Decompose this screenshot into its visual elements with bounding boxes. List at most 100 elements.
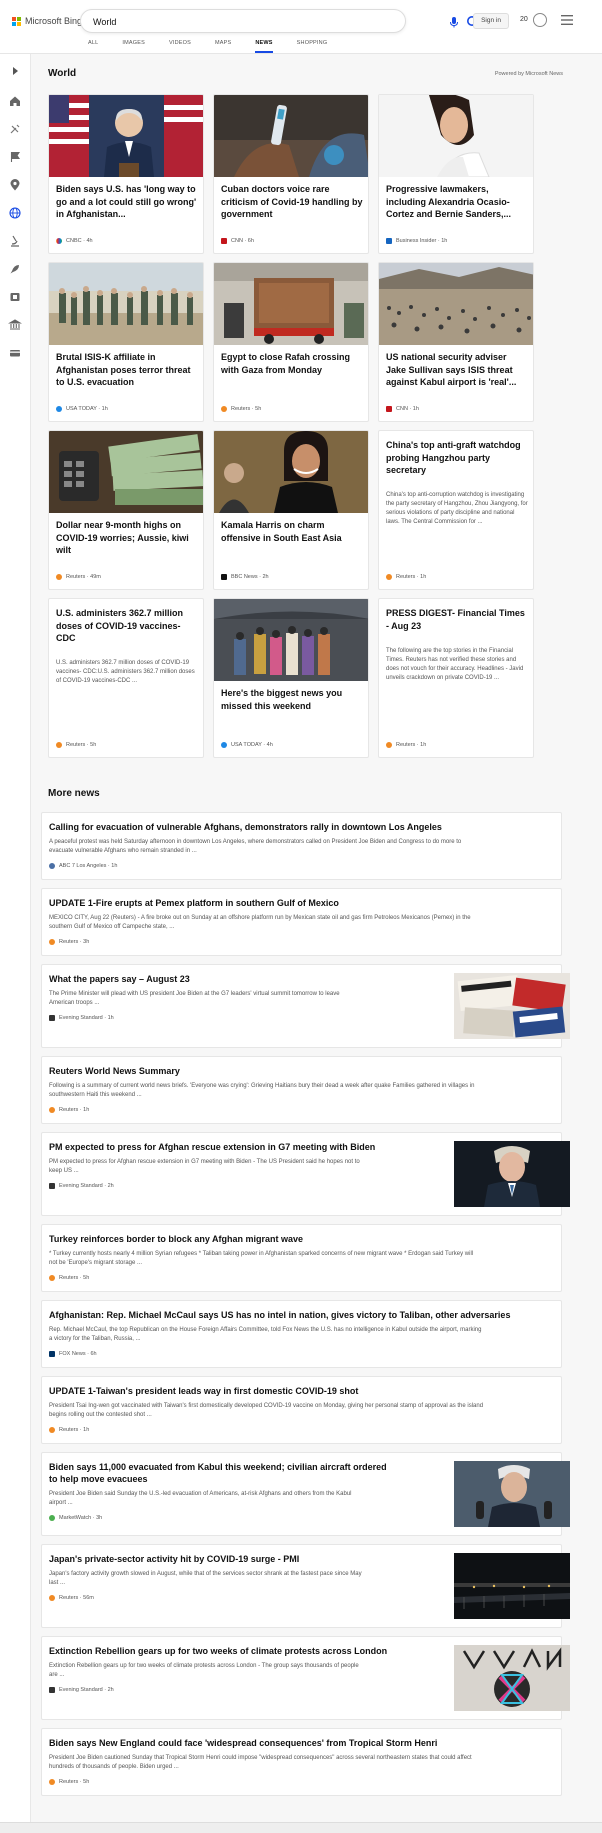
news-card[interactable]: Here's the biggest news you missed this … — [213, 598, 369, 758]
marketwatch-logo-icon — [49, 1515, 55, 1521]
source-label: ABC 7 Los Angeles · 1h — [59, 863, 118, 869]
news-source: ABC 7 Los Angeles · 1h — [49, 863, 117, 869]
news-card[interactable]: U.S. administers 362.7 million doses of … — [48, 598, 204, 758]
search-input[interactable] — [93, 14, 333, 29]
bbc-logo-icon — [221, 574, 227, 580]
news-thumbnail — [454, 1553, 570, 1619]
news-list-item[interactable]: UPDATE 1-Fire erupts at Pemex platform i… — [41, 888, 562, 956]
news-snippet: Following is a summary of current world … — [49, 1083, 475, 1089]
card-source: Reuters · 49m — [56, 574, 101, 580]
rewards-points[interactable]: 20 — [520, 16, 528, 23]
bing-logo[interactable]: Microsoft Bing — [12, 16, 82, 26]
news-title[interactable]: What the papers say – August 23 — [49, 973, 190, 985]
news-list-item[interactable]: Japan's private-sector activity hit by C… — [41, 1544, 570, 1628]
card-title[interactable]: Dollar near 9-month highs on COVID-19 wo… — [56, 519, 198, 557]
usa-today-logo-icon — [221, 742, 227, 748]
card-title[interactable]: Cuban doctors voice rare criticism of Co… — [221, 183, 363, 221]
card-title[interactable]: Brutal ISIS-K affiliate in Afghanistan p… — [56, 351, 198, 389]
news-card[interactable]: China's top anti-graft watchdog probing … — [378, 430, 534, 590]
news-card[interactable]: PRESS DIGEST- Financial Times - Aug 23 T… — [378, 598, 534, 758]
news-snippet: begins rolling out the contested shot ..… — [49, 1412, 152, 1418]
news-list-item[interactable]: PM expected to press for Afghan rescue e… — [41, 1132, 570, 1216]
home-icon[interactable] — [8, 94, 22, 108]
news-card[interactable]: Cuban doctors voice rare criticism of Co… — [213, 94, 369, 254]
tab-all[interactable]: ALL — [88, 40, 98, 53]
news-list-item[interactable]: Afghanistan: Rep. Michael McCaul says US… — [41, 1300, 562, 1368]
card-icon[interactable] — [8, 346, 22, 360]
tab-maps[interactable]: MAPS — [215, 40, 231, 53]
more-news-heading: More news — [48, 788, 100, 799]
expand-arrow-icon[interactable] — [8, 64, 22, 78]
news-title[interactable]: Reuters World News Summary — [49, 1065, 180, 1077]
news-title[interactable]: Turkey reinforces border to block any Af… — [49, 1233, 303, 1245]
news-snippet: evacuate vulnerable Afghans who remain s… — [49, 848, 197, 854]
microphone-icon[interactable] — [447, 15, 461, 29]
news-title[interactable]: Biden says New England could face 'wides… — [49, 1737, 437, 1749]
card-snippet: U.S. administers 362.7 million doses of … — [56, 660, 195, 684]
tools-icon[interactable] — [8, 122, 22, 136]
news-card[interactable]: US national security adviser Jake Sulliv… — [378, 262, 534, 422]
category-rail — [0, 54, 31, 1833]
news-thumbnail — [214, 95, 368, 177]
news-card[interactable]: Dollar near 9-month highs on COVID-19 wo… — [48, 430, 204, 590]
news-card[interactable]: Biden says U.S. has 'long way to go and … — [48, 94, 204, 254]
bank-icon[interactable] — [8, 318, 22, 332]
tab-shopping[interactable]: SHOPPING — [297, 40, 328, 53]
news-list-item[interactable]: Turkey reinforces border to block any Af… — [41, 1224, 562, 1292]
microscope-icon[interactable] — [8, 234, 22, 248]
flag-icon[interactable] — [8, 150, 22, 164]
card-title[interactable]: Biden says U.S. has 'long way to go and … — [56, 183, 198, 221]
news-thumbnail — [379, 263, 533, 345]
news-snippet: airport ... — [49, 1500, 73, 1506]
source-label: Reuters · 5h — [231, 406, 262, 412]
news-title[interactable]: Biden says 11,000 evacuated from Kabul t… — [49, 1461, 387, 1473]
news-list-item[interactable]: UPDATE 1-Taiwan's president leads way in… — [41, 1376, 562, 1444]
rocket-icon[interactable] — [8, 262, 22, 276]
news-card[interactable]: Brutal ISIS-K affiliate in Afghanistan p… — [48, 262, 204, 422]
film-icon[interactable] — [8, 290, 22, 304]
rewards-trophy-icon[interactable] — [533, 13, 547, 27]
globe-icon[interactable] — [8, 206, 22, 220]
location-pin-icon[interactable] — [8, 178, 22, 192]
news-list-item[interactable]: Extinction Rebellion gears up for two we… — [41, 1636, 570, 1720]
card-title[interactable]: Progressive lawmakers, including Alexand… — [386, 183, 528, 221]
news-title[interactable]: Afghanistan: Rep. Michael McCaul says US… — [49, 1309, 510, 1321]
news-title[interactable]: UPDATE 1-Fire erupts at Pemex platform i… — [49, 897, 339, 909]
card-title[interactable]: Kamala Harris on charm offensive in Sout… — [221, 519, 363, 544]
news-title[interactable]: Extinction Rebellion gears up for two we… — [49, 1645, 387, 1657]
source-label: Reuters · 49m — [66, 574, 101, 580]
news-list-item[interactable]: Biden says New England could face 'wides… — [41, 1728, 562, 1796]
news-thumbnail — [49, 95, 203, 177]
source-label: CNN · 6h — [231, 238, 254, 244]
news-card[interactable]: Kamala Harris on charm offensive in Sout… — [213, 430, 369, 590]
news-snippet: * Turkey currently hosts nearly 4 millio… — [49, 1251, 474, 1257]
card-title[interactable]: US national security adviser Jake Sulliv… — [386, 351, 528, 389]
card-source: Reuters · 5h — [221, 406, 261, 412]
news-title[interactable]: PM expected to press for Afghan rescue e… — [49, 1141, 375, 1153]
news-snippet: The Prime Minister will plead with US pr… — [49, 991, 340, 997]
card-source: USA TODAY · 1h — [56, 406, 108, 412]
card-title[interactable]: Egypt to close Rafah crossing with Gaza … — [221, 351, 363, 376]
card-title[interactable]: PRESS DIGEST- Financial Times - Aug 23 — [386, 607, 528, 632]
source-label: CNN · 1h — [396, 406, 419, 412]
reuters-logo-icon — [49, 939, 55, 945]
news-list-item[interactable]: Reuters World News Summary Following is … — [41, 1056, 562, 1124]
news-card[interactable]: Progressive lawmakers, including Alexand… — [378, 94, 534, 254]
tab-videos[interactable]: VIDEOS — [169, 40, 191, 53]
tab-images[interactable]: IMAGES — [122, 40, 145, 53]
card-title[interactable]: Here's the biggest news you missed this … — [221, 687, 363, 712]
news-list-item[interactable]: What the papers say – August 23 The Prim… — [41, 964, 570, 1048]
news-list-item[interactable]: Biden says 11,000 evacuated from Kabul t… — [41, 1452, 570, 1536]
news-card[interactable]: Egypt to close Rafah crossing with Gaza … — [213, 262, 369, 422]
news-list-item[interactable]: Calling for evacuation of vulnerable Afg… — [41, 812, 562, 880]
news-title[interactable]: UPDATE 1-Taiwan's president leads way in… — [49, 1385, 358, 1397]
news-title[interactable]: Japan's private-sector activity hit by C… — [49, 1553, 299, 1565]
card-title[interactable]: U.S. administers 362.7 million doses of … — [56, 607, 198, 645]
news-title[interactable]: Calling for evacuation of vulnerable Afg… — [49, 821, 442, 833]
sign-in-button[interactable]: Sign in — [473, 13, 509, 29]
card-title[interactable]: China's top anti-graft watchdog probing … — [386, 439, 528, 477]
tab-news[interactable]: NEWS — [255, 40, 273, 53]
powered-by[interactable]: Powered by Microsoft News — [451, 71, 563, 77]
menu-icon[interactable] — [561, 15, 573, 25]
news-title-line2[interactable]: to help move evacuees — [49, 1473, 148, 1485]
